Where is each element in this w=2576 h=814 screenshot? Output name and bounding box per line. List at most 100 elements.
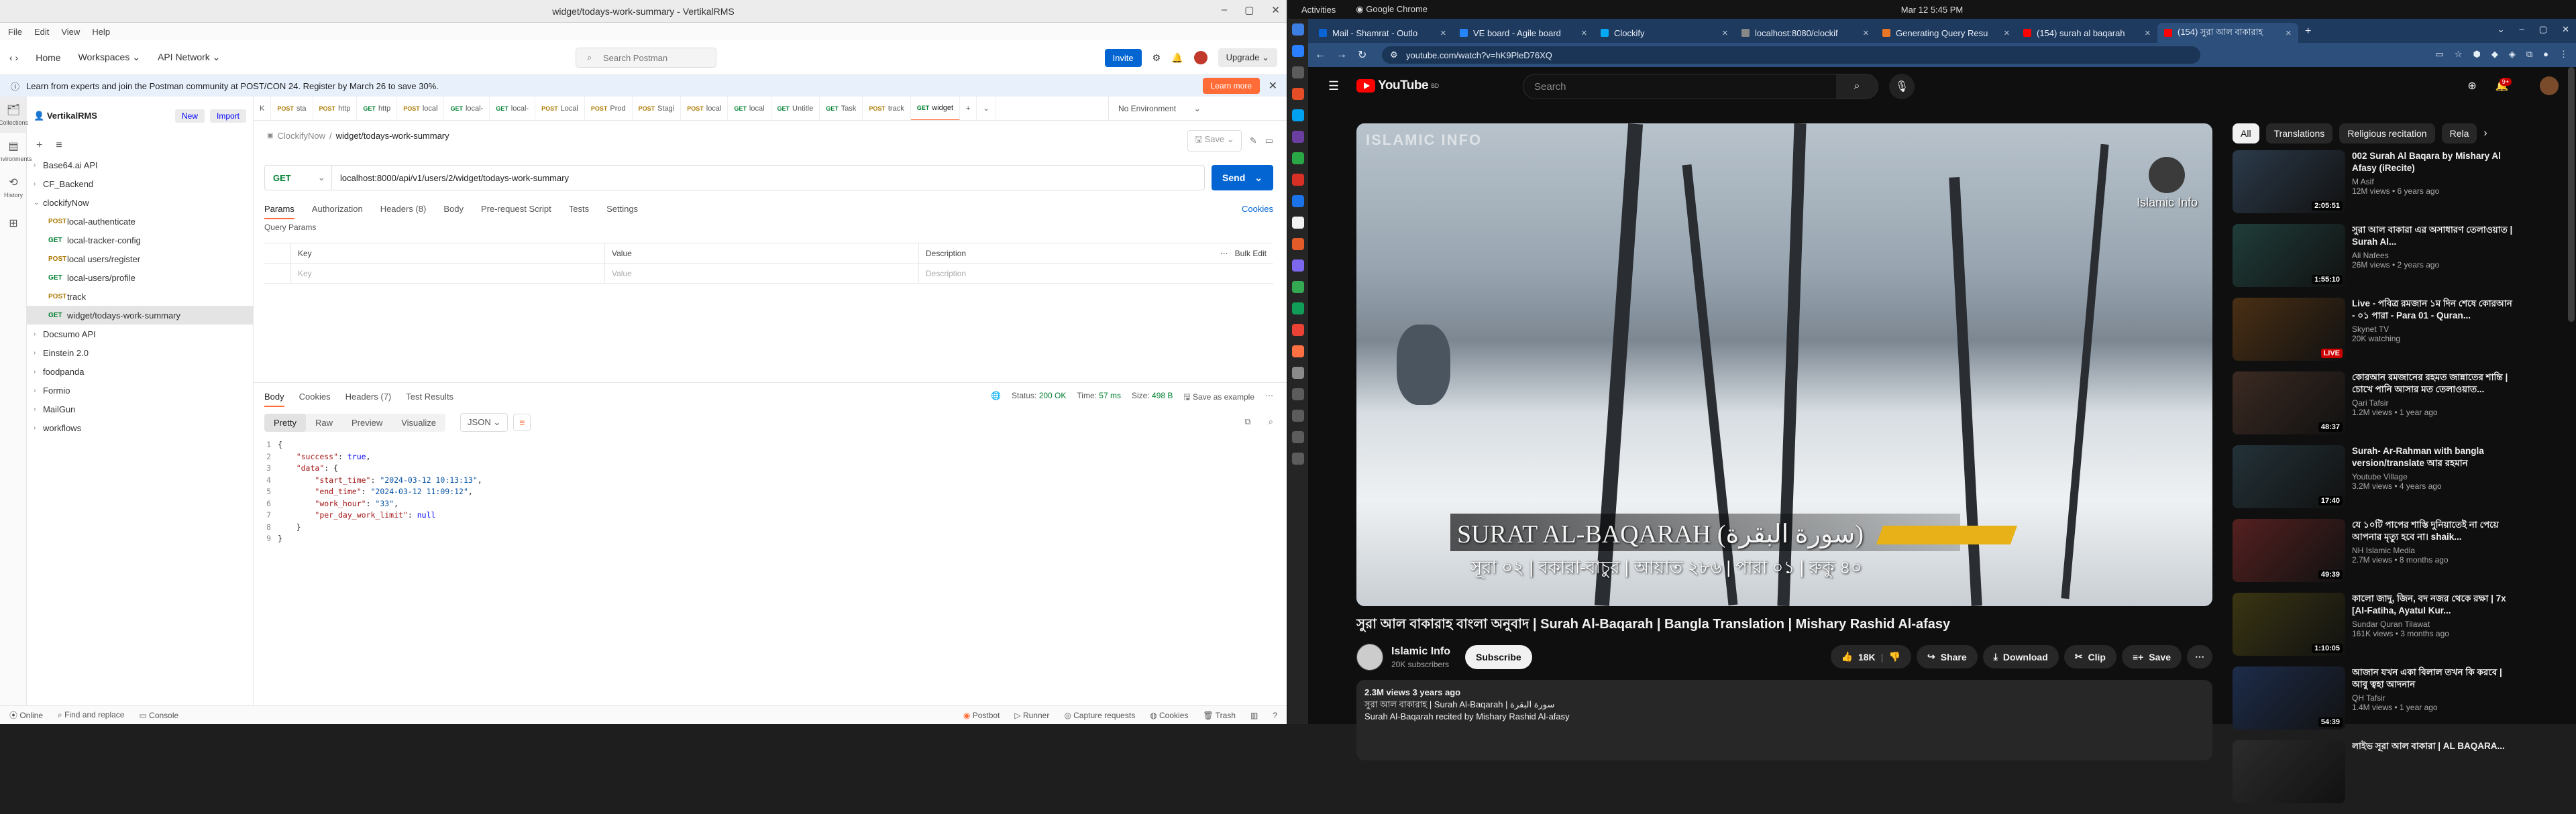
help-icon[interactable]: ? xyxy=(1273,711,1277,720)
related-video-title[interactable]: সুরা আল বাকারা এর অসাধারণ তেলাওয়াত | Su… xyxy=(2352,224,2514,248)
dock-app-icon[interactable] xyxy=(1288,148,1308,169)
subscribe-button[interactable]: Subscribe xyxy=(1465,645,1532,669)
related-video[interactable]: 1:55:10 সুরা আল বাকারা এর অসাধারণ তেলাওয়… xyxy=(2233,224,2514,292)
tab-overflow-icon[interactable]: ⌄ xyxy=(977,97,996,120)
resp-tab-body[interactable]: Body xyxy=(264,392,284,407)
close-icon[interactable]: ✕ xyxy=(1271,4,1280,16)
chevron-right-icon[interactable]: › xyxy=(34,387,43,394)
share-button[interactable]: ↪ Share xyxy=(1917,645,1978,668)
like-button[interactable]: 👍 18K | 👎 xyxy=(1830,645,1911,668)
view-pretty[interactable]: Pretty xyxy=(264,413,306,432)
related-video[interactable]: 49:39 যে ১০টি পাপের শাস্তি দুনিয়াতেই না … xyxy=(2233,519,2514,587)
close-tab-icon[interactable]: ✕ xyxy=(2145,29,2151,38)
address-bar[interactable]: ⚙ youtube.com/watch?v=hK9PleD76XQ xyxy=(1382,46,2200,64)
bookmark-star-icon[interactable]: ☆ xyxy=(2455,49,2463,60)
related-video-channel[interactable]: Skynet TV xyxy=(2352,325,2514,334)
menu-edit[interactable]: Edit xyxy=(34,27,49,37)
menu-view[interactable]: View xyxy=(61,27,80,37)
tree-folder[interactable]: › foodpanda xyxy=(27,362,253,381)
related-video-channel[interactable]: Youtube Village xyxy=(2352,472,2514,481)
tab-headers[interactable]: Headers (8) xyxy=(380,204,427,214)
video-player[interactable]: ISLAMIC INFO Islamic Info SURAT AL-BAQAR… xyxy=(1356,123,2212,606)
dock-app-icon[interactable] xyxy=(1288,362,1308,384)
description-box[interactable]: 2.3M views 3 years ago সুরা আল বাকারাহ |… xyxy=(1356,680,2212,760)
import-button[interactable]: Import xyxy=(209,109,246,123)
status-cookies[interactable]: ◍ Cookies xyxy=(1150,711,1188,720)
status-runner[interactable]: ▷ Runner xyxy=(1014,711,1049,720)
dock-app-icon[interactable] xyxy=(1288,62,1308,83)
format-select[interactable]: JSON ⌄ xyxy=(460,413,508,432)
request-tab[interactable]: GET local xyxy=(728,97,771,120)
avatar[interactable] xyxy=(1193,51,1208,64)
dock-app-icon[interactable] xyxy=(1288,126,1308,148)
request-tab[interactable]: POST local xyxy=(681,97,729,120)
video-thumbnail[interactable] xyxy=(2233,740,2345,803)
edit-icon[interactable]: ✎ xyxy=(1250,135,1257,146)
extension-icon[interactable]: ◈ xyxy=(2509,49,2516,60)
tree-folder[interactable]: › CF_Backend xyxy=(27,174,253,193)
related-video[interactable]: 54:39 আজান যখন একা বিলাল তখন কি করবে | আব… xyxy=(2233,666,2514,735)
video-thumbnail[interactable]: LIVE xyxy=(2233,298,2345,361)
request-tab[interactable]: GET local- xyxy=(490,97,536,120)
chevron-right-icon[interactable]: › xyxy=(34,368,43,375)
send-button[interactable]: Send ⌄ xyxy=(1212,165,1273,190)
comment-icon[interactable]: ▭ xyxy=(1265,135,1273,146)
avatar[interactable] xyxy=(2540,76,2559,95)
tree-folder[interactable]: › Base64.ai API xyxy=(27,156,253,174)
reload-icon[interactable]: ↻ xyxy=(1358,48,1366,62)
video-thumbnail[interactable]: 48:37 xyxy=(2233,371,2345,434)
tab-settings[interactable]: Settings xyxy=(606,204,638,214)
tree-request[interactable]: GET local-tracker-config xyxy=(27,231,253,249)
create-icon[interactable]: ⊕ xyxy=(2467,79,2476,93)
wrap-icon[interactable]: ≡ xyxy=(513,414,531,431)
dock-app-icon[interactable] xyxy=(1288,341,1308,362)
learn-more-button[interactable]: Learn more xyxy=(1202,78,1260,94)
minimize-icon[interactable]: – xyxy=(2520,24,2524,35)
video-thumbnail[interactable]: 1:10:05 xyxy=(2233,593,2345,656)
dock-app-icon[interactable] xyxy=(1288,19,1308,40)
microphone-icon[interactable]: 🎙 xyxy=(1889,74,1915,99)
chevron-right-icon[interactable]: › xyxy=(34,424,43,432)
video-thumbnail[interactable]: 2:05:51 xyxy=(2233,150,2345,213)
request-tab[interactable]: GET local- xyxy=(444,97,490,120)
chevron-right-icon[interactable]: › xyxy=(34,180,43,188)
app-menu[interactable]: ◉ Google Chrome xyxy=(1356,4,1428,15)
request-tab[interactable]: POST local xyxy=(397,97,445,120)
extensions-puzzle-icon[interactable]: ⧉ xyxy=(2526,49,2532,60)
dock-app-icon[interactable] xyxy=(1288,448,1308,469)
close-tab-icon[interactable]: ✕ xyxy=(2004,29,2010,38)
rail-collections[interactable]: 🗂 Collections xyxy=(0,97,28,133)
chevron-right-icon[interactable]: › xyxy=(34,406,43,413)
related-video[interactable]: 1:10:05 কালো জাদু, জিন, বদ নজর থেকে রক্ষা… xyxy=(2233,593,2514,661)
maximize-icon[interactable]: ▢ xyxy=(2539,24,2547,35)
bell-icon[interactable]: 🔔 xyxy=(1171,52,1183,64)
related-video-title[interactable]: কোরআন রমজানের রহমত জান্নাতের শান্তি | চো… xyxy=(2352,371,2514,396)
tab-body[interactable]: Body xyxy=(443,204,464,214)
dock-app-icon[interactable] xyxy=(1288,405,1308,426)
related-video-title[interactable]: কালো জাদু, জিন, বদ নজর থেকে রক্ষা | 7x [… xyxy=(2352,593,2514,617)
related-video-title[interactable]: আজান যখন একা বিলাল তখন কি করবে | আবু ত্ব… xyxy=(2352,666,2514,691)
close-tab-icon[interactable]: ✕ xyxy=(1581,29,1587,38)
browser-tab[interactable]: Mail - Shamrat - Outlo ✕ xyxy=(1312,23,1453,43)
related-video-title[interactable]: Live - পবিত্র রমজান ১ম দিন শেষে কোরআন - … xyxy=(2352,298,2514,322)
dock-app-icon[interactable] xyxy=(1288,190,1308,212)
request-tab[interactable]: POST Local xyxy=(535,97,585,120)
copy-icon[interactable]: ⧉ xyxy=(1244,416,1250,427)
request-tab[interactable]: GET http xyxy=(357,97,398,120)
related-video-channel[interactable]: QH Tafsir xyxy=(2352,693,2514,703)
request-tab[interactable]: K xyxy=(254,97,272,120)
chevron-right-icon[interactable]: › xyxy=(34,331,43,338)
search-icon[interactable]: ⌕ xyxy=(1836,74,1878,99)
request-tab[interactable]: GET Untitle xyxy=(771,97,820,120)
tree-request[interactable]: GET local-users/profile xyxy=(27,268,253,287)
request-tab[interactable]: POST http xyxy=(313,97,358,120)
resp-tab-headers[interactable]: Headers (7) xyxy=(345,392,392,402)
clip-button[interactable]: ✂ Clip xyxy=(2063,645,2116,668)
chevron-right-icon[interactable]: › xyxy=(34,349,43,357)
menu-help[interactable]: Help xyxy=(92,27,110,37)
youtube-logo[interactable]: YouTube BD xyxy=(1356,78,1439,93)
close-banner-icon[interactable]: ✕ xyxy=(1269,79,1277,93)
dock-app-icon[interactable] xyxy=(1288,426,1308,448)
close-tab-icon[interactable]: ✕ xyxy=(1863,29,1869,38)
status-postbot[interactable]: ◉ Postbot xyxy=(963,711,1000,720)
